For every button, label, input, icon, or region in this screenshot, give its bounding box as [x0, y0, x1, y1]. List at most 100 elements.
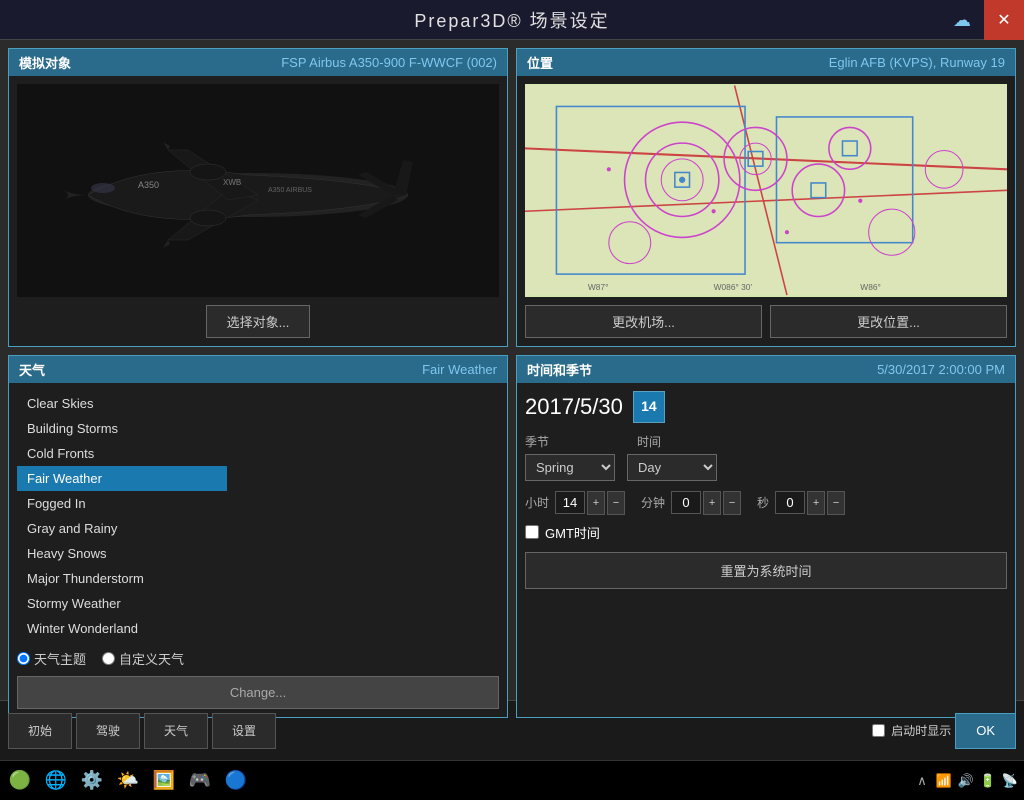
location-panel-body: W87° W086° 30' W86° 更改机场... 更改位置... [517, 76, 1015, 346]
aircraft-panel-subtitle: FSP Airbus A350-900 F-WWCF (002) [281, 55, 497, 70]
change-location-button[interactable]: 更改位置... [770, 305, 1007, 338]
startup-check: 启动时显示 [872, 722, 951, 739]
hour-label: 小时 [525, 494, 549, 511]
weather-panel-header: 天气 Fair Weather [9, 356, 507, 383]
svg-text:A350 AIRBUS: A350 AIRBUS [268, 187, 312, 194]
change-airport-button[interactable]: 更改机场... [525, 305, 762, 338]
minute-value: 0 [671, 491, 701, 514]
taskbar: 🟢 🌐 ⚙️ 🌤️ 🖼️ 🎮 🔵 ∧ 📶 🔊 🔋 📡 [0, 760, 1024, 800]
sys-up-arrow[interactable]: ∧ [912, 771, 932, 791]
weather-list: Clear SkiesBuilding StormsCold FrontsFai… [17, 391, 227, 641]
weather-item[interactable]: Stormy Weather [17, 591, 227, 616]
hour-spinner: 小时 14 + − [525, 491, 625, 515]
change-weather-button[interactable]: Change... [17, 676, 499, 709]
taskbar-game[interactable]: 🎮 [184, 765, 216, 797]
taskbar-browser[interactable]: 🌐 [40, 765, 72, 797]
title-bar: Prepar3D® 场景设定 ☁ ✕ [0, 0, 1024, 40]
custom-weather-radio[interactable]: 自定义天气 [102, 649, 184, 668]
weather-panel-subtitle: Fair Weather [422, 362, 497, 377]
gmt-label: GMT时间 [545, 523, 600, 542]
startup-label: 启动时显示 [891, 722, 951, 739]
gmt-checkbox[interactable] [525, 525, 539, 539]
map-svg: W87° W086° 30' W86° [525, 84, 1007, 297]
weather-item[interactable]: Winter Wonderland [17, 616, 227, 641]
initial-button[interactable]: 初始 [8, 713, 72, 749]
close-button[interactable]: ✕ [984, 0, 1024, 40]
custom-weather-label: 自定义天气 [119, 649, 184, 668]
app-title: Prepar3D® 场景设定 [414, 7, 609, 33]
time-panel-body: 2017/5/30 14 季节 时间 SpringSummerAutumnWin… [517, 383, 1015, 717]
location-panel-header: 位置 Eglin AFB (KVPS), Runway 19 [517, 49, 1015, 76]
taskbar-weather[interactable]: 🌤️ [112, 765, 144, 797]
minute-label: 分钟 [641, 494, 665, 511]
select-object-button[interactable]: 选择对象... [206, 305, 311, 338]
reset-time-button[interactable]: 重置为系统时间 [525, 552, 1007, 589]
taskbar-gallery[interactable]: 🖼️ [148, 765, 180, 797]
second-label: 秒 [757, 494, 769, 511]
season-select[interactable]: SpringSummerAutumnWinter [525, 454, 615, 481]
sys-wifi[interactable]: 📡 [1000, 771, 1020, 791]
main-content: 模拟对象 FSP Airbus A350-900 F-WWCF (002) [0, 40, 1024, 700]
ok-button[interactable]: OK [955, 713, 1016, 749]
weather-item[interactable]: Heavy Snows [17, 541, 227, 566]
weather-item[interactable]: Fogged In [17, 491, 227, 516]
second-spinner: 秒 0 + − [757, 491, 845, 515]
season-label: 季节 [525, 433, 625, 450]
hour-increment[interactable]: + [587, 491, 605, 515]
svg-text:XWB: XWB [223, 178, 241, 187]
aircraft-panel-body: A350 A350 AIRBUS XWB 选择对象... [9, 76, 507, 346]
gmt-row: GMT时间 [525, 523, 1007, 542]
location-panel: 位置 Eglin AFB (KVPS), Runway 19 [516, 48, 1016, 347]
date-text: 2017/5/30 [525, 394, 623, 420]
date-display: 2017/5/30 14 [525, 391, 1007, 423]
sys-battery[interactable]: 🔋 [978, 771, 998, 791]
sys-sound[interactable]: 🔊 [956, 771, 976, 791]
weather-item[interactable]: Cold Fronts [17, 441, 227, 466]
time-of-day-select[interactable]: DayDawnDuskNight [627, 454, 717, 481]
calendar-icon[interactable]: 14 [633, 391, 665, 423]
weather-item[interactable]: Fair Weather [17, 466, 227, 491]
weather-item[interactable]: Gray and Rainy [17, 516, 227, 541]
svg-text:A350: A350 [138, 180, 159, 190]
minute-increment[interactable]: + [703, 491, 721, 515]
weather-panel-title: 天气 [19, 360, 45, 379]
time-panel-title: 时间和季节 [527, 360, 592, 379]
time-panel: 时间和季节 5/30/2017 2:00:00 PM 2017/5/30 14 … [516, 355, 1016, 718]
weather-item[interactable]: Building Storms [17, 416, 227, 441]
cloud-icon: ☁ [944, 0, 980, 40]
aircraft-panel-title: 模拟对象 [19, 53, 71, 72]
hour-value: 14 [555, 491, 585, 514]
location-panel-subtitle: Eglin AFB (KVPS), Runway 19 [829, 55, 1005, 70]
startup-checkbox[interactable] [872, 724, 885, 737]
second-value: 0 [775, 491, 805, 514]
weather-item[interactable]: Clear Skies [17, 391, 227, 416]
weather-item[interactable]: Major Thunderstorm [17, 566, 227, 591]
sys-network[interactable]: 📶 [934, 771, 954, 791]
season-time-selects: SpringSummerAutumnWinter DayDawnDuskNigh… [525, 454, 1007, 481]
second-decrement[interactable]: − [827, 491, 845, 515]
weather-bottom-button[interactable]: 天气 [144, 713, 208, 749]
weather-panel: 天气 Fair Weather Clear SkiesBuilding Stor… [8, 355, 508, 718]
taskbar-app[interactable]: 🔵 [220, 765, 252, 797]
second-increment[interactable]: + [807, 491, 825, 515]
time-panel-subtitle: 5/30/2017 2:00:00 PM [877, 362, 1005, 377]
time-controls: 2017/5/30 14 季节 时间 SpringSummerAutumnWin… [525, 391, 1007, 709]
hour-decrement[interactable]: − [607, 491, 625, 515]
time-of-day-label: 时间 [637, 433, 661, 450]
weather-preview: 天气主题 自定义天气 Change... [17, 641, 499, 709]
time-spinners: 小时 14 + − 分钟 0 + − 秒 0 + [525, 491, 1007, 515]
taskbar-start[interactable]: 🟢 [4, 765, 36, 797]
taskbar-settings[interactable]: ⚙️ [76, 765, 108, 797]
aircraft-panel-header: 模拟对象 FSP Airbus A350-900 F-WWCF (002) [9, 49, 507, 76]
minute-decrement[interactable]: − [723, 491, 741, 515]
aircraft-panel: 模拟对象 FSP Airbus A350-900 F-WWCF (002) [8, 48, 508, 347]
settings-button[interactable]: 设置 [212, 713, 276, 749]
weather-panel-body: Clear SkiesBuilding StormsCold FrontsFai… [9, 383, 507, 717]
calendar-day: 14 [641, 399, 657, 414]
weather-theme-radio[interactable]: 天气主题 [17, 649, 86, 668]
svg-text:W086° 30': W086° 30' [714, 282, 753, 292]
svg-text:W86°: W86° [860, 282, 881, 292]
minute-spinner: 分钟 0 + − [641, 491, 741, 515]
time-panel-header: 时间和季节 5/30/2017 2:00:00 PM [517, 356, 1015, 383]
drive-button[interactable]: 驾驶 [76, 713, 140, 749]
